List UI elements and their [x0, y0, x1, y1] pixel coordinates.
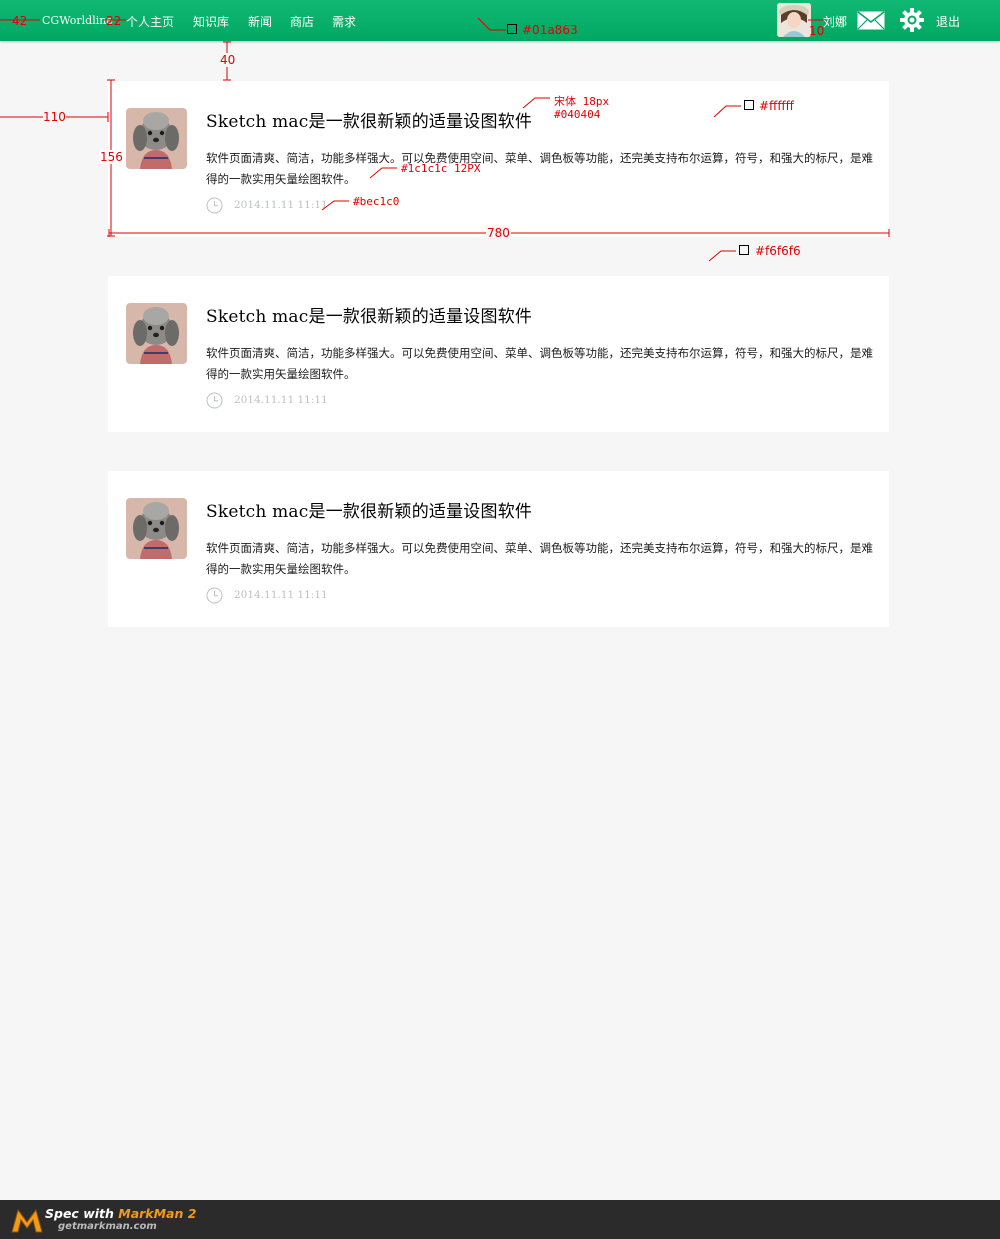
logout-link[interactable]: 退出: [936, 13, 960, 30]
article-thumbnail[interactable]: [126, 303, 187, 364]
footer-spec-brand: MarkMan 2: [118, 1206, 197, 1221]
markman-footer: Spec with MarkMan 2 getmarkman.com: [0, 1200, 1000, 1239]
spec-body-font: #1c1c1c 12PX: [401, 162, 481, 175]
article-summary: 软件页面清爽、简洁，功能多样强大。可以免费使用空间、菜单、调色板等功能，还完美支…: [206, 346, 873, 381]
article-title[interactable]: Sketch mac是一款很新颖的适量设图软件: [206, 107, 532, 132]
clock-icon: [206, 392, 223, 409]
footer-spec-prefix: Spec with: [45, 1206, 119, 1221]
article-card: Sketch mac是一款很新颖的适量设图软件 软件页面清爽、简洁，功能多样强大…: [108, 276, 889, 432]
nav-item-news[interactable]: 新闻: [248, 13, 272, 30]
footer-spec-text: Spec with MarkMan 2: [45, 1206, 196, 1221]
article-timestamp: 2014.11.11 11:11: [234, 199, 328, 211]
article-title[interactable]: Sketch mac是一款很新颖的适量设图软件: [206, 497, 532, 522]
article-summary: 软件页面清爽、简洁，功能多样强大。可以免费使用空间、菜单、调色板等功能，还完美支…: [206, 151, 873, 186]
article-thumbnail[interactable]: [126, 498, 187, 559]
spec-brand-offset: 42: [12, 14, 28, 28]
spec-page-bg: #f6f6f6: [755, 244, 801, 258]
spec-time-color: #bec1c0: [353, 195, 400, 208]
spec-nav-gap: 22: [106, 14, 122, 28]
avatar-portrait-icon: [777, 3, 811, 37]
nav-item-home[interactable]: 个人主页: [126, 13, 174, 30]
brand-logo-text[interactable]: CGWorldline: [42, 14, 113, 27]
nav-item-shop[interactable]: 商店: [290, 13, 314, 30]
spec-color-swatch: [739, 245, 749, 255]
footer-site[interactable]: getmarkman.com: [58, 1221, 157, 1232]
spec-card-height: 156: [100, 150, 123, 164]
gear-icon[interactable]: [900, 8, 924, 32]
article-title[interactable]: Sketch mac是一款很新颖的适量设图软件: [206, 302, 532, 327]
article-timestamp: 2014.11.11 11:11: [234, 394, 328, 406]
spec-top-gap: 40: [220, 53, 236, 67]
spec-left-gap: 110: [43, 110, 66, 124]
spec-title-font: 宋体 18px: [554, 95, 610, 108]
nav-item-requests[interactable]: 需求: [332, 13, 356, 30]
article-card: Sketch mac是一款很新颖的适量设图软件 软件页面清爽、简洁，功能多样强大…: [108, 471, 889, 627]
dog-photo-icon: [126, 108, 187, 169]
mail-icon[interactable]: [857, 11, 885, 30]
article-thumbnail[interactable]: [126, 108, 187, 169]
clock-icon: [206, 197, 223, 214]
spec-color-swatch: [507, 24, 517, 34]
dog-photo-icon: [126, 498, 187, 559]
spec-color-swatch: [744, 100, 754, 110]
user-name[interactable]: 刘娜: [823, 13, 847, 30]
spec-card-width: 780: [486, 226, 511, 240]
spec-avatar-gap: 10: [809, 24, 825, 38]
spec-header-color: #01a863: [522, 23, 578, 37]
nav-item-knowledge[interactable]: 知识库: [193, 13, 229, 30]
article-summary: 软件页面清爽、简洁，功能多样强大。可以免费使用空间、菜单、调色板等功能，还完美支…: [206, 541, 873, 576]
article-timestamp: 2014.11.11 11:11: [234, 589, 328, 601]
clock-icon: [206, 587, 223, 604]
spec-title-color: #040404: [554, 108, 601, 121]
top-navbar: CGWorldline 个人主页 知识库 新闻 商店 需求 刘娜 退出: [0, 0, 1000, 41]
markman-logo-icon: [11, 1208, 43, 1233]
dog-photo-icon: [126, 303, 187, 364]
user-avatar[interactable]: [777, 3, 811, 37]
spec-card-bg: #ffffff: [759, 99, 794, 113]
